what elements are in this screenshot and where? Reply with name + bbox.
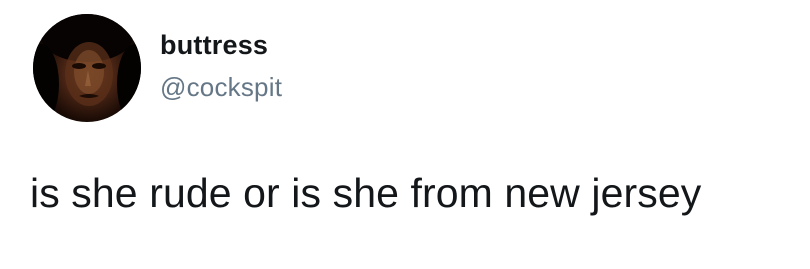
user-handle[interactable]: @cockspit xyxy=(160,72,282,103)
avatar-face-image xyxy=(33,14,141,122)
tweet-text: is she rude or is she from new jersey xyxy=(30,170,702,216)
display-name[interactable]: buttress xyxy=(160,30,268,61)
avatar[interactable] xyxy=(33,14,141,122)
